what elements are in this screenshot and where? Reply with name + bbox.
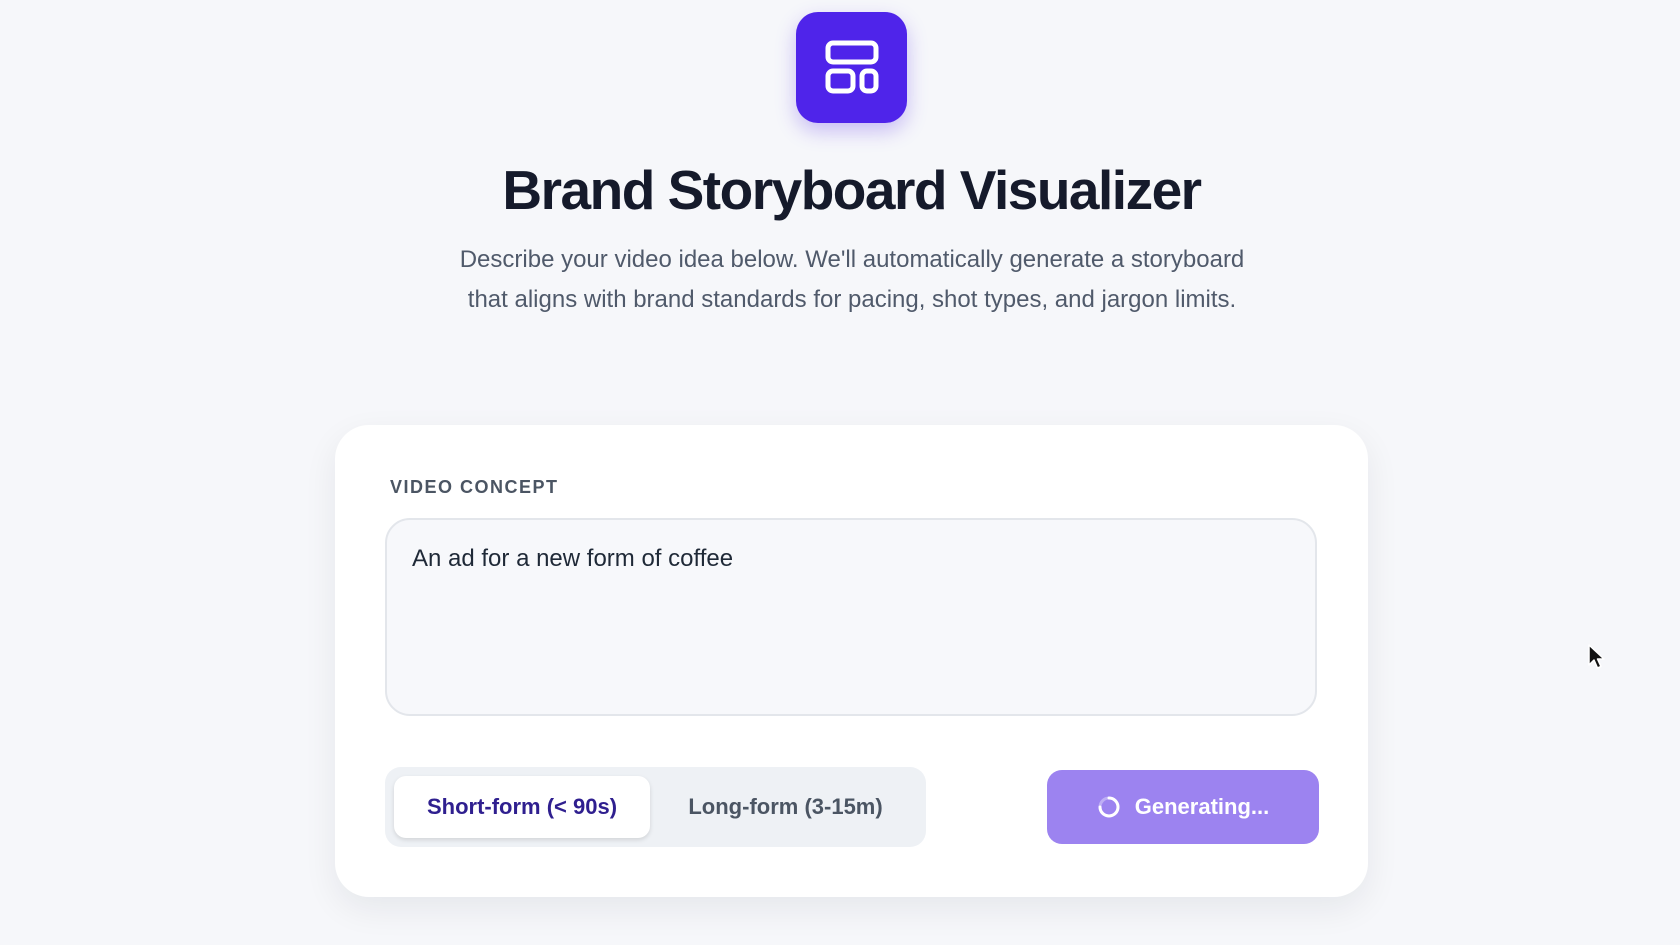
page-title: Brand Storyboard Visualizer <box>502 159 1202 221</box>
video-concept-input[interactable]: An ad for a new form of coffee <box>385 518 1317 716</box>
mouse-cursor-icon <box>1588 644 1605 669</box>
video-format-toggle: Short-form (< 90s) Long-form (3-15m) <box>385 767 926 847</box>
video-concept-label: VIDEO CONCEPT <box>390 477 559 497</box>
page-description: Describe your video idea below. We'll au… <box>459 246 1245 313</box>
loading-spinner-icon <box>1097 795 1121 819</box>
layout-grid-icon <box>825 40 878 93</box>
app-logo <box>796 12 907 123</box>
short-form-option[interactable]: Short-form (< 90s) <box>394 776 651 838</box>
generate-button-label: Generating... <box>1134 794 1270 819</box>
storyboard-form-card: VIDEO CONCEPT An ad for a new form of co… <box>335 425 1368 897</box>
long-form-option[interactable]: Long-form (3-15m) <box>654 776 917 838</box>
storyboard-page: Brand Storyboard Visualizer Describe you… <box>0 0 1680 945</box>
generate-storyboard-button[interactable]: Generating... <box>1047 770 1319 844</box>
